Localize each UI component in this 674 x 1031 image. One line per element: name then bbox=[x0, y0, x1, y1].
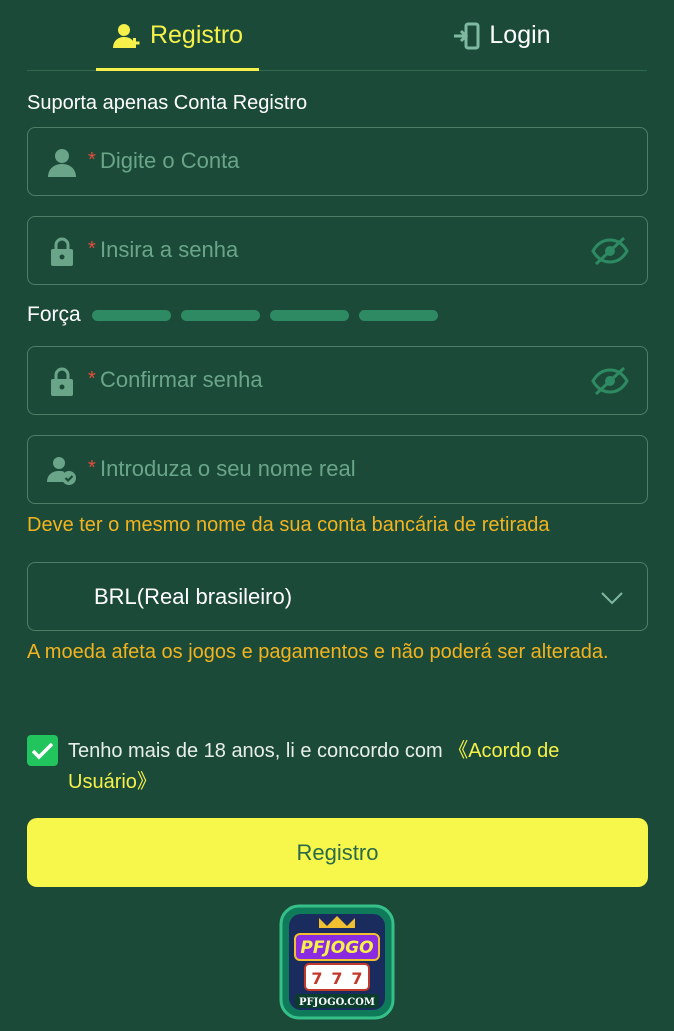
svg-text:7: 7 bbox=[351, 969, 362, 988]
tab-registro-label: Registro bbox=[149, 21, 244, 49]
confirm-password-field[interactable]: * Confirmar senha bbox=[27, 346, 648, 415]
required-mark: * bbox=[88, 368, 96, 390]
terms-checkbox[interactable] bbox=[27, 735, 58, 766]
eye-off-icon[interactable] bbox=[591, 234, 629, 268]
required-mark: * bbox=[88, 238, 96, 260]
realname-field[interactable]: * Introduza o seu nome real bbox=[27, 435, 648, 504]
check-icon bbox=[31, 742, 54, 760]
svg-text:7: 7 bbox=[311, 969, 322, 988]
strength-bar bbox=[359, 310, 438, 321]
tab-login[interactable]: Login bbox=[422, 0, 582, 71]
lock-icon bbox=[46, 235, 78, 267]
verified-user-icon bbox=[46, 454, 78, 486]
register-button[interactable]: Registro bbox=[27, 818, 648, 887]
login-door-icon bbox=[453, 22, 481, 50]
eye-off-icon[interactable] bbox=[591, 364, 629, 398]
chevron-down-icon bbox=[599, 585, 625, 609]
password-field[interactable]: * Insira a senha bbox=[27, 216, 648, 285]
terms-text: Tenho mais de 18 anos, li e concordo com… bbox=[68, 736, 628, 798]
tab-registro[interactable]: Registro bbox=[96, 0, 259, 71]
required-mark: * bbox=[88, 457, 96, 479]
support-text: Suporta apenas Conta Registro bbox=[27, 92, 308, 114]
user-icon bbox=[46, 146, 78, 178]
strength-bar bbox=[92, 310, 171, 321]
realname-placeholder: Introduza o seu nome real bbox=[100, 456, 356, 481]
strength-label: Força bbox=[27, 303, 81, 326]
realname-note: Deve ter o mesmo nome da sua conta bancá… bbox=[27, 514, 550, 536]
tab-login-label: Login bbox=[489, 21, 551, 49]
terms-label: Tenho mais de 18 anos, li e concordo com bbox=[68, 740, 449, 762]
confirm-placeholder: Confirmar senha bbox=[100, 367, 263, 392]
currency-value: BRL(Real brasileiro) bbox=[94, 584, 293, 609]
required-mark: * bbox=[88, 149, 96, 171]
strength-bar bbox=[181, 310, 260, 321]
pfjogo-logo: PFJOGO 7 7 7 PFJOGO.COM bbox=[279, 904, 395, 1020]
strength-bar bbox=[270, 310, 349, 321]
account-field[interactable]: * Digite o Conta bbox=[27, 127, 648, 196]
currency-note: A moeda afeta os jogos e pagamentos e nã… bbox=[27, 641, 609, 663]
password-placeholder: Insira a senha bbox=[100, 237, 239, 262]
lock-icon bbox=[46, 365, 78, 397]
currency-select[interactable]: BRL(Real brasileiro) bbox=[27, 562, 648, 631]
active-tab-indicator bbox=[96, 68, 259, 71]
svg-text:PFJOGO: PFJOGO bbox=[300, 938, 373, 958]
add-user-icon bbox=[112, 22, 142, 50]
account-placeholder: Digite o Conta bbox=[100, 148, 240, 173]
svg-text:PFJOGO.COM: PFJOGO.COM bbox=[299, 997, 375, 1008]
auth-tabs: Registro Login bbox=[27, 0, 647, 71]
svg-text:7: 7 bbox=[331, 969, 342, 988]
